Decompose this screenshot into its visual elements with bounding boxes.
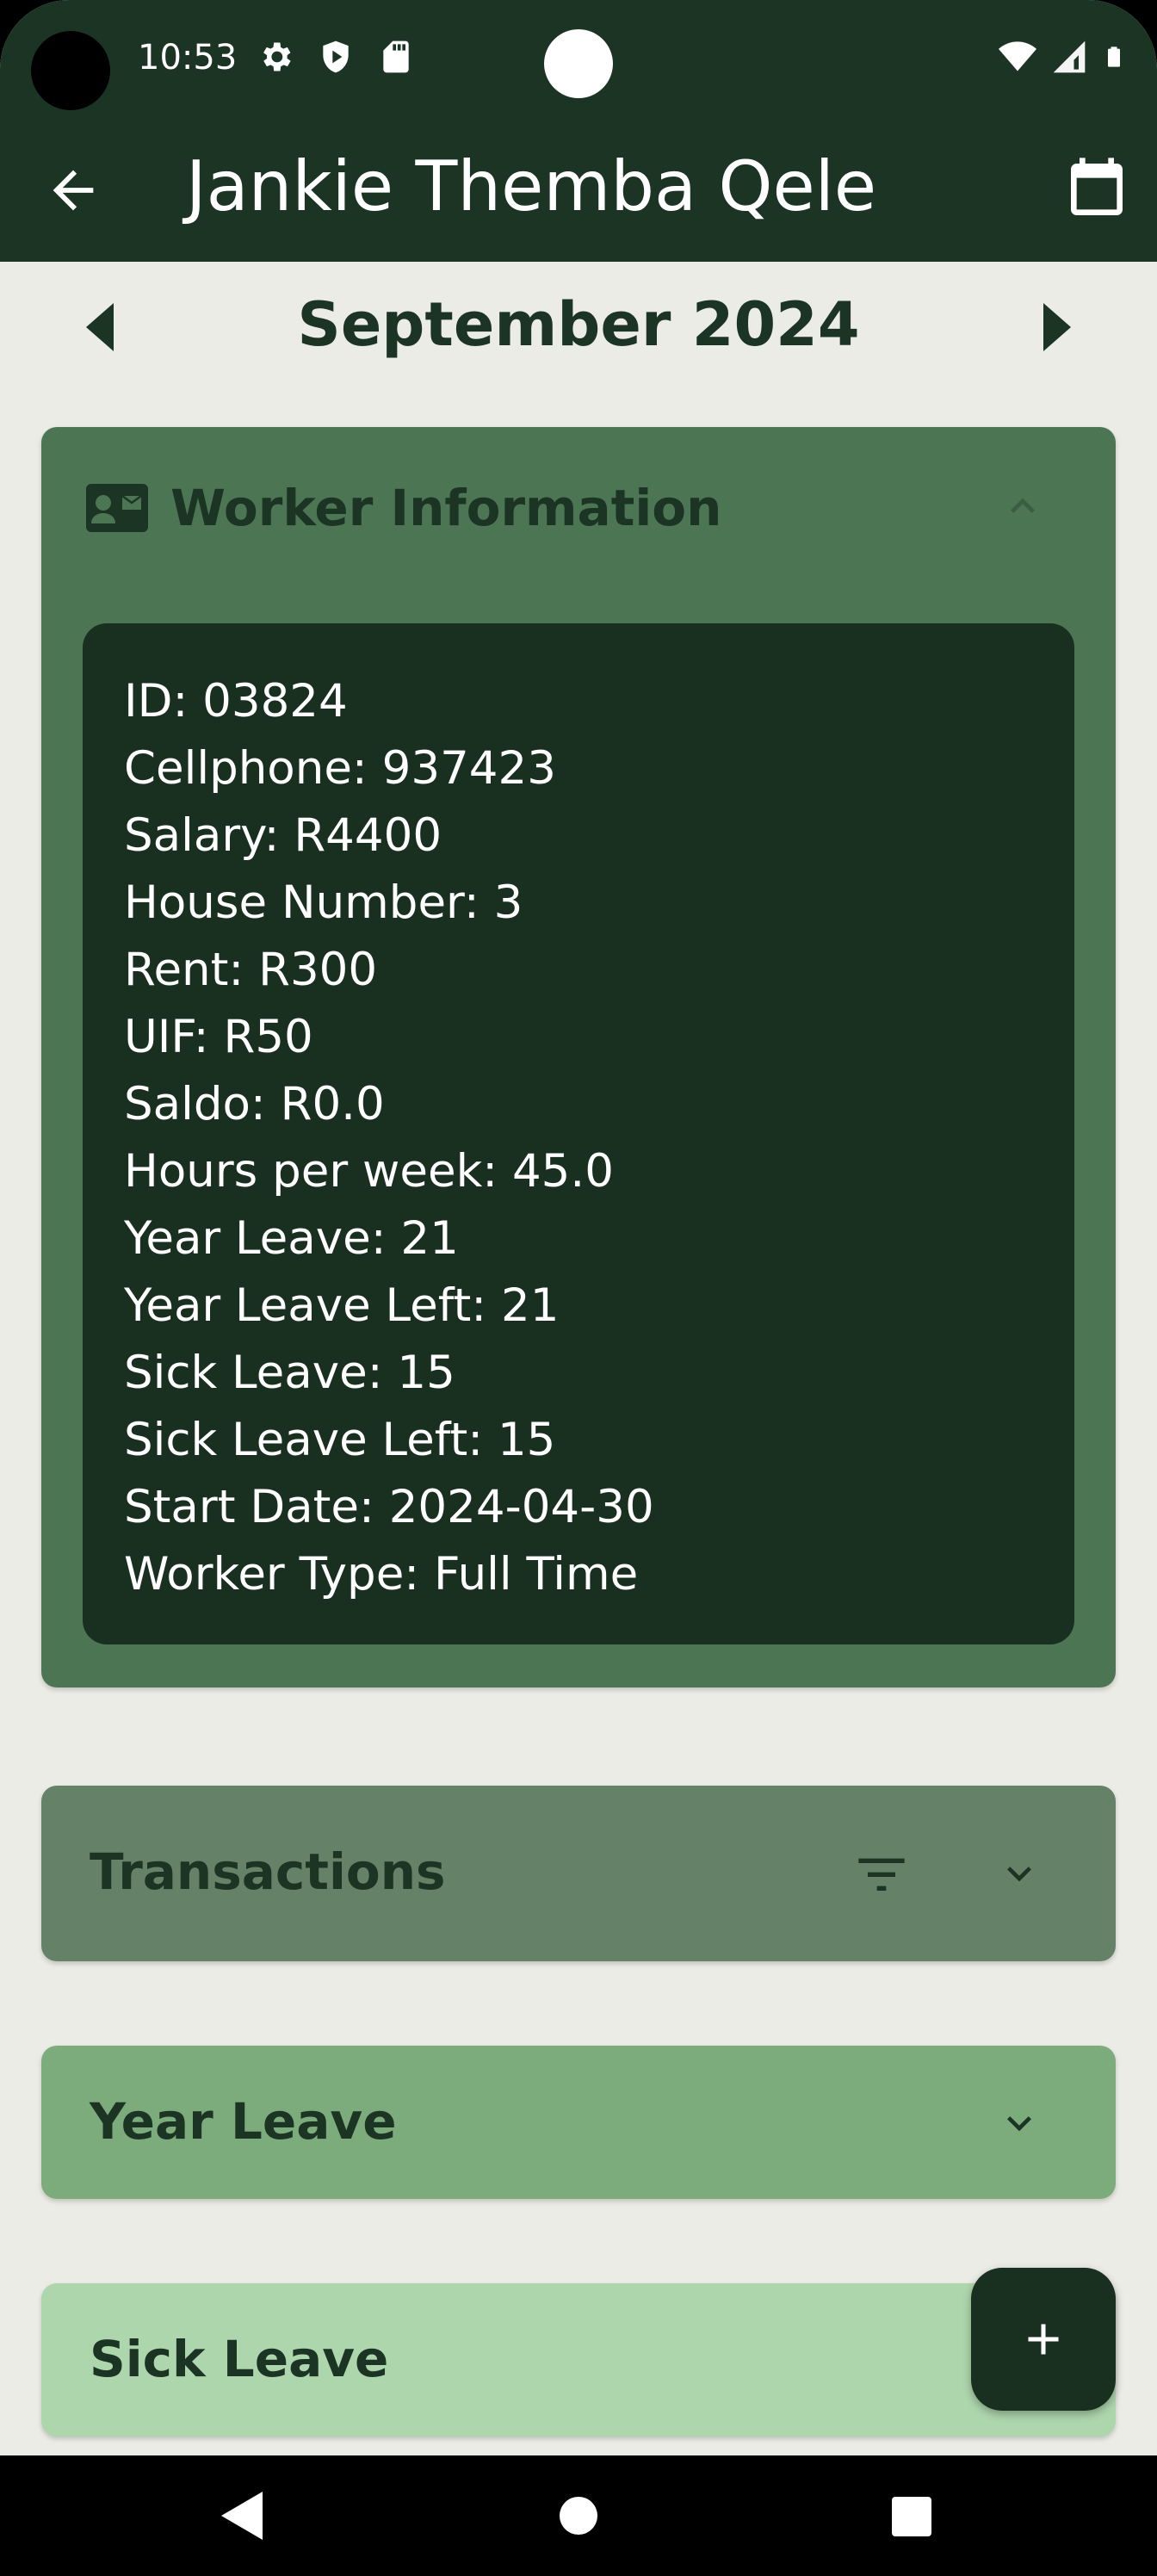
detail-start-date: Start Date: 2024-04-30 [124, 1481, 654, 1533]
plus-icon [1028, 2324, 1059, 2355]
detail-salary: Salary: R4400 [124, 809, 442, 862]
chevron-down-icon[interactable] [995, 2099, 1043, 2147]
next-month-caret-icon[interactable] [1035, 303, 1073, 351]
sick-leave-section[interactable]: Sick Leave [41, 2283, 1116, 2437]
current-month-label: September 2024 [297, 289, 860, 360]
nav-home-icon[interactable] [560, 2497, 597, 2535]
detail-cellphone: Cellphone: 937423 [124, 742, 556, 795]
calendar-icon[interactable] [1062, 155, 1131, 224]
sd-card-icon [383, 40, 409, 73]
nav-back-icon[interactable] [219, 2492, 265, 2540]
detail-year-leave-left: Year Leave Left: 21 [124, 1279, 560, 1332]
detail-worker-type: Worker Type: Full Time [124, 1548, 639, 1601]
settings-icon [263, 42, 291, 71]
shield-play-icon [323, 40, 349, 73]
chevron-up-icon[interactable] [999, 482, 1047, 530]
worker-details-list: ID: 03824 Cellphone: 937423 Salary: R440… [124, 668, 654, 1608]
back-arrow-icon[interactable] [43, 160, 103, 220]
page-title: Jankie Themba Qele [186, 146, 877, 226]
detail-sick-leave: Sick Leave: 15 [124, 1347, 455, 1399]
front-camera [544, 29, 613, 98]
detail-sick-leave-left: Sick Leave Left: 15 [124, 1414, 556, 1466]
worker-details-panel: ID: 03824 Cellphone: 937423 Salary: R440… [83, 623, 1074, 1644]
year-leave-title: Year Leave [90, 2092, 397, 2151]
chevron-down-icon[interactable] [995, 1849, 1043, 1898]
signal-icon [1053, 40, 1086, 73]
worker-information-title: Worker Information [170, 479, 722, 537]
transactions-section[interactable]: Transactions [41, 1786, 1116, 1961]
detail-id: ID: 03824 [124, 675, 348, 728]
detail-house-number: House Number: 3 [124, 876, 523, 929]
month-navigator: September 2024 [0, 274, 1157, 377]
filter-icon[interactable] [854, 1849, 909, 1898]
contact-card-icon [86, 484, 148, 532]
app-bar: 10:53 Jankie Themba Qele [0, 0, 1157, 262]
detail-saldo: Saldo: R0.0 [124, 1078, 385, 1130]
nav-recents-icon[interactable] [892, 2497, 931, 2536]
wifi-icon [999, 41, 1036, 71]
status-time: 10:53 [138, 38, 238, 77]
app-screen: 10:53 Jankie Themba Qele September 2024 … [0, 0, 1157, 2455]
detail-uif: UIF: R50 [124, 1011, 313, 1063]
year-leave-section[interactable]: Year Leave [41, 2046, 1116, 2199]
detail-hours-per-week: Hours per week: 45.0 [124, 1145, 614, 1198]
detail-rent: Rent: R300 [124, 944, 378, 996]
worker-information-header[interactable]: Worker Information [86, 479, 721, 537]
worker-information-card: Worker Information ID: 03824 Cellphone: … [41, 427, 1116, 1687]
camera-cutout [31, 31, 110, 110]
status-system-icons [999, 38, 1126, 76]
add-button[interactable] [971, 2268, 1116, 2411]
transactions-title: Transactions [90, 1842, 446, 1901]
battery-icon [1108, 46, 1120, 67]
sick-leave-title: Sick Leave [90, 2330, 389, 2388]
detail-year-leave: Year Leave: 21 [124, 1212, 459, 1265]
status-notification-icons [257, 38, 415, 76]
